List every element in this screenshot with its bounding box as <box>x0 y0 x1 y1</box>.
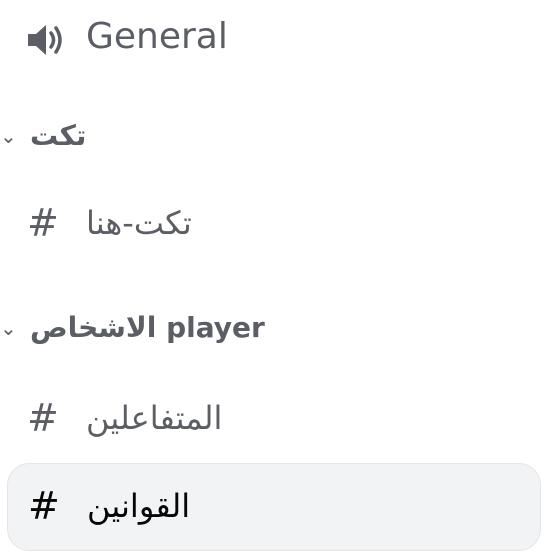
hash-icon: # <box>28 484 60 528</box>
category-header-people[interactable]: ⌄ الاشخاص player <box>0 310 540 346</box>
channel-label: المتفاعلين <box>86 399 223 437</box>
chevron-down-icon: ⌄ <box>0 124 17 148</box>
channel-interactors[interactable]: # المتفاعلين <box>0 388 540 448</box>
category-label: الاشخاص player <box>30 311 265 344</box>
chevron-down-icon: ⌄ <box>0 316 17 340</box>
speaker-icon <box>28 25 62 55</box>
channel-label: القوانين <box>87 487 191 525</box>
voice-channel-general[interactable]: General <box>0 8 540 60</box>
category-label: تكت <box>30 119 87 152</box>
channel-sidebar: General ⌄ تكت # تكت-هنا ⌄ الاشخاص player… <box>0 0 560 560</box>
channel-label: تكت-هنا <box>86 204 192 242</box>
voice-channel-label: General <box>86 16 228 57</box>
category-header-ticket[interactable]: ⌄ تكت <box>0 118 540 154</box>
hash-icon: # <box>27 396 59 440</box>
channel-rules[interactable]: # القوانين <box>7 463 541 551</box>
channel-ticket-here[interactable]: # تكت-هنا <box>0 193 540 253</box>
hash-icon: # <box>27 201 59 245</box>
